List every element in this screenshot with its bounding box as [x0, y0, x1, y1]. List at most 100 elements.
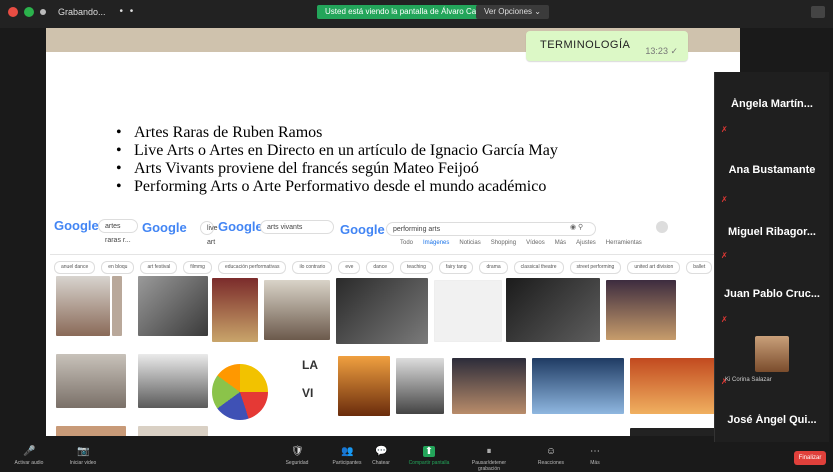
filter-chip[interactable]: anuel dance [54, 261, 96, 274]
muted-mic-icon: ✗ [721, 315, 728, 324]
image-result[interactable] [452, 358, 526, 414]
more-icon: ⋯ [590, 446, 600, 457]
tab-todo[interactable]: Todo [400, 240, 413, 246]
meeting-toolbar: 🎤 Activar audio 📷 Iniciar video 🛡 Seguri… [0, 442, 833, 472]
image-result[interactable] [138, 426, 208, 436]
search-input[interactable]: arts vivants [260, 220, 334, 234]
pause-recording-button[interactable]: ⏸ Pausar/detener grabación [462, 446, 516, 472]
filter-chip[interactable]: street performing [569, 261, 622, 274]
chat-text: TERMINOLOGÍA [540, 39, 631, 51]
tab-shopping[interactable]: Shopping [491, 240, 516, 246]
image-result[interactable] [336, 278, 428, 344]
start-video-button[interactable]: 📷 Iniciar video [56, 446, 110, 466]
filter-chip[interactable]: filmmg [183, 261, 212, 274]
tab-videos[interactable]: Vídeos [526, 240, 545, 246]
pause-icon: ⏸ [486, 446, 492, 457]
bullet-list: Artes Raras de Ruben Ramos Live Arts o A… [116, 124, 558, 196]
participant-name[interactable]: Juan Pablo Cruc... [715, 288, 829, 300]
image-result[interactable] [56, 354, 126, 408]
shared-slide: TERMINOLOGÍA 13:23 ✓ Artes Raras de Rube… [46, 28, 740, 436]
filter-chip[interactable]: dance [366, 261, 394, 274]
muted-mic-icon: ✗ [721, 125, 728, 134]
chat-time: 13:23 ✓ [645, 46, 678, 56]
image-result[interactable]: LA VI [302, 358, 338, 420]
filter-chip[interactable]: classical theatre [513, 261, 564, 274]
tab-images[interactable]: Imágenes [423, 240, 449, 246]
tab-tools[interactable]: Herramientas [606, 240, 642, 246]
search-tabs: Todo Imágenes Noticias Shopping Vídeos M… [400, 240, 642, 246]
bullet-item: Artes Raras de Ruben Ramos [116, 124, 558, 142]
filter-chip[interactable]: art festival [140, 261, 178, 274]
filter-chip[interactable]: teaching [400, 261, 433, 274]
image-result[interactable] [112, 276, 122, 336]
image-result[interactable] [434, 280, 502, 342]
image-result[interactable] [396, 358, 444, 414]
end-meeting-button[interactable]: Finalizar [794, 451, 826, 465]
more-label: Más [590, 460, 600, 466]
fullscreen-icon[interactable] [811, 6, 825, 18]
image-result[interactable] [212, 364, 268, 420]
participant-name[interactable]: Ki Corina Salazar [725, 377, 772, 383]
window-controls: Grabando... • • [8, 6, 135, 17]
image-result[interactable] [606, 280, 676, 340]
unmute-label: Activar audio [14, 460, 44, 466]
participant-avatar[interactable] [755, 336, 789, 372]
image-result[interactable] [212, 278, 258, 342]
search-input[interactable]: performing arts [386, 222, 596, 236]
title-bar: Grabando... • • Usted está viendo la pan… [0, 0, 833, 28]
avatar[interactable] [656, 221, 668, 233]
filter-chip[interactable]: ballet [686, 261, 713, 274]
tab-settings[interactable]: Ajustes [576, 240, 596, 246]
filter-chip[interactable]: fairy tang [438, 261, 474, 274]
filter-chip[interactable]: united art division [627, 261, 681, 274]
camera-icon[interactable]: ◉ ⚲ [570, 223, 583, 231]
chat-icon: 💬 [375, 446, 388, 457]
participants-panel: Ángela Martín... ✗ Ana Bustamante ✗ Migu… [714, 72, 829, 442]
people-icon: 👥 [341, 446, 354, 457]
chat-button[interactable]: 💬 Chatear [354, 446, 408, 466]
image-result[interactable] [138, 354, 208, 408]
more-dots[interactable]: • • [120, 6, 136, 17]
image-result[interactable] [138, 276, 208, 336]
shield-icon: 🛡 [291, 446, 304, 457]
filter-chip[interactable]: drama [479, 261, 508, 274]
image-result[interactable] [532, 358, 624, 414]
security-label: Seguridad [285, 460, 309, 466]
bullet-item: Performing Arts o Arte Performativo desd… [116, 178, 558, 196]
google-logo: Google [218, 219, 263, 234]
chat-bubble: TERMINOLOGÍA 13:23 ✓ [526, 31, 688, 61]
share-screen-button[interactable]: ⬆ Compartir pantalla [402, 446, 456, 466]
image-result[interactable] [630, 428, 722, 436]
close-dot[interactable] [8, 6, 18, 17]
muted-mic-icon: ✗ [721, 195, 728, 204]
image-result[interactable] [56, 426, 126, 436]
unmute-button[interactable]: 🎤 Activar audio [2, 446, 56, 466]
tab-more[interactable]: Más [555, 240, 566, 246]
image-result[interactable] [56, 276, 110, 336]
more-button[interactable]: ⋯ Más [568, 446, 622, 466]
search-input[interactable]: artes raras r... [98, 219, 138, 244]
image-result[interactable] [338, 356, 390, 416]
tab-news[interactable]: Noticias [459, 240, 480, 246]
google-logo: Google [54, 218, 99, 233]
image-result[interactable] [630, 358, 722, 414]
start-video-label: Iniciar video [69, 460, 97, 466]
participant-name[interactable]: Ana Bustamante [715, 164, 829, 176]
record-dot-icon [40, 8, 46, 15]
microphone-icon: 🎤 [23, 446, 36, 457]
bullet-item: Live Arts o Artes en Directo en un artíc… [116, 142, 558, 160]
security-button[interactable]: 🛡 Seguridad [270, 446, 324, 466]
muted-mic-icon: ✗ [721, 251, 728, 260]
view-options-button[interactable]: Ver Opciones ⌄ [476, 5, 549, 19]
filter-chip[interactable]: en bloqu [101, 261, 135, 274]
smiley-icon: ☺ [545, 446, 557, 457]
filter-chip[interactable]: ilo contrario [292, 261, 333, 274]
filter-chip[interactable]: eve [338, 261, 361, 274]
image-result[interactable] [506, 278, 600, 342]
participant-name[interactable]: José Ángel Qui... [715, 414, 829, 426]
filter-chip[interactable]: educación performativas [217, 261, 287, 274]
search-input[interactable]: live art [200, 221, 218, 246]
participant-name[interactable]: Miguel Ribagor... [715, 226, 829, 238]
image-result[interactable] [264, 280, 330, 340]
participant-name[interactable]: Ángela Martín... [715, 98, 829, 110]
